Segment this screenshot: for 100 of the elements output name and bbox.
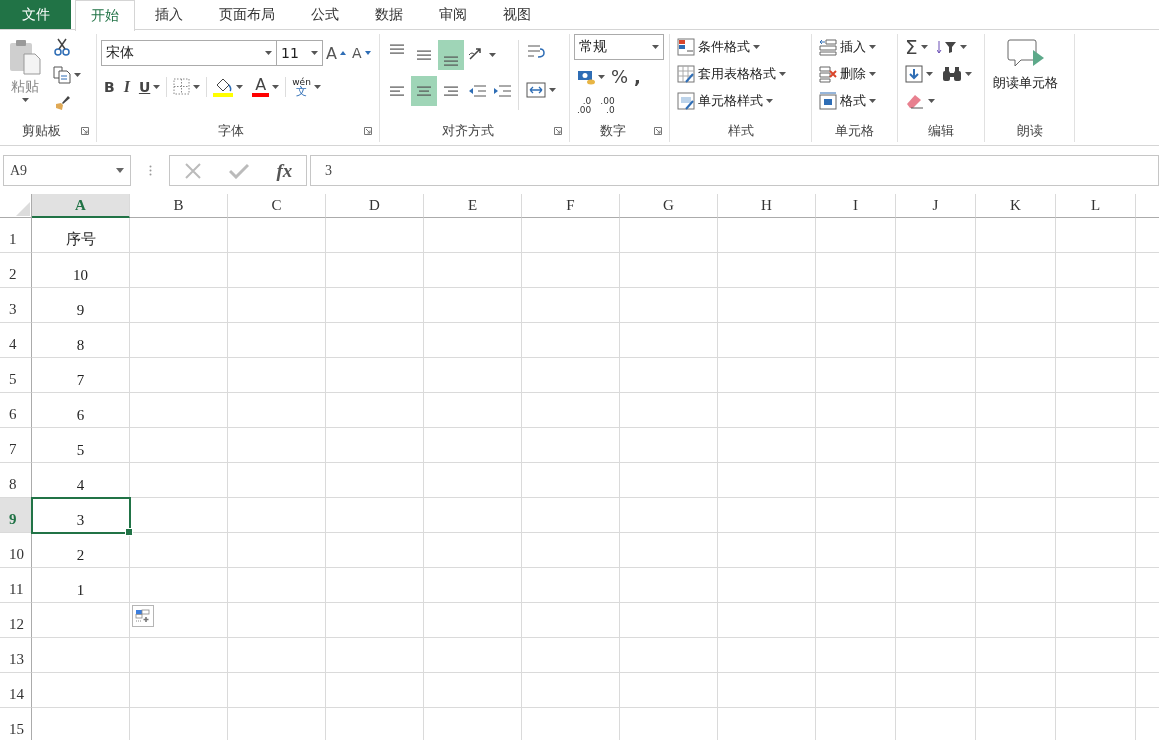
table-cell[interactable]: [718, 568, 816, 603]
cell-styles-button[interactable]: 单元格样式: [674, 88, 789, 113]
table-cell[interactable]: [718, 638, 816, 673]
table-cell[interactable]: [228, 673, 326, 708]
format-cells-button[interactable]: 格式: [816, 88, 879, 113]
column-header[interactable]: B: [130, 194, 228, 218]
table-cell[interactable]: 8: [32, 323, 130, 358]
table-cell[interactable]: 1: [32, 568, 130, 603]
column-header[interactable]: F: [522, 194, 620, 218]
row-header[interactable]: 11: [0, 568, 32, 603]
table-cell[interactable]: [1056, 358, 1136, 393]
table-cell[interactable]: [32, 673, 130, 708]
table-cell[interactable]: [718, 533, 816, 568]
font-color-button[interactable]: A: [249, 74, 283, 99]
table-cell[interactable]: [326, 638, 424, 673]
table-cell[interactable]: [326, 323, 424, 358]
table-cell[interactable]: [718, 323, 816, 358]
table-cell[interactable]: [130, 638, 228, 673]
grow-font-button[interactable]: A: [323, 40, 349, 66]
underline-button[interactable]: U: [135, 74, 164, 99]
table-cell[interactable]: [522, 253, 620, 288]
table-cell[interactable]: [976, 673, 1056, 708]
formula-input[interactable]: 3: [310, 155, 1159, 186]
delete-cells-button[interactable]: 删除: [816, 61, 879, 86]
table-cell[interactable]: [620, 253, 718, 288]
table-cell[interactable]: [718, 218, 816, 253]
table-cell[interactable]: [522, 323, 620, 358]
table-cell[interactable]: [896, 428, 976, 463]
table-cell[interactable]: [1056, 428, 1136, 463]
table-cell[interactable]: [130, 428, 228, 463]
table-cell[interactable]: [130, 393, 228, 428]
row-header[interactable]: 3: [0, 288, 32, 323]
table-cell[interactable]: [976, 638, 1056, 673]
table-cell[interactable]: [896, 218, 976, 253]
row-header[interactable]: 6: [0, 393, 32, 428]
table-cell[interactable]: [816, 533, 896, 568]
table-cell[interactable]: [816, 428, 896, 463]
increase-decimal-button[interactable]: .0 .00: [574, 93, 595, 118]
table-cell[interactable]: [896, 393, 976, 428]
table-cell[interactable]: [522, 393, 620, 428]
table-cell[interactable]: [32, 638, 130, 673]
table-cell[interactable]: [718, 498, 816, 533]
table-cell[interactable]: [816, 498, 896, 533]
speak-cells-button[interactable]: 朗读单元格: [989, 34, 1062, 120]
table-cell[interactable]: [326, 498, 424, 533]
table-cell[interactable]: [1056, 603, 1136, 638]
table-cell[interactable]: [896, 288, 976, 323]
table-cell[interactable]: [896, 533, 976, 568]
table-cell[interactable]: [816, 393, 896, 428]
table-cell[interactable]: [130, 463, 228, 498]
table-cell[interactable]: [1056, 638, 1136, 673]
italic-button[interactable]: I: [120, 74, 133, 99]
table-cell[interactable]: [130, 533, 228, 568]
table-cell[interactable]: [1056, 218, 1136, 253]
table-cell[interactable]: [620, 323, 718, 358]
table-cell[interactable]: [718, 463, 816, 498]
table-cell[interactable]: [424, 393, 522, 428]
percent-button[interactable]: %: [608, 64, 632, 89]
column-header[interactable]: G: [620, 194, 718, 218]
table-cell[interactable]: [424, 533, 522, 568]
table-cell[interactable]: [522, 358, 620, 393]
file-tab[interactable]: 文件: [0, 0, 71, 29]
row-header[interactable]: 4: [0, 323, 32, 358]
table-cell[interactable]: [976, 533, 1056, 568]
table-cell[interactable]: [620, 533, 718, 568]
table-cell[interactable]: [718, 428, 816, 463]
table-cell[interactable]: [816, 568, 896, 603]
table-cell[interactable]: 9: [32, 288, 130, 323]
table-cell[interactable]: [326, 673, 424, 708]
table-cell[interactable]: [976, 568, 1056, 603]
enter-button[interactable]: [229, 162, 250, 179]
table-cell[interactable]: [816, 218, 896, 253]
table-cell[interactable]: [424, 463, 522, 498]
ribbon-tab[interactable]: 公式: [295, 0, 355, 29]
column-header[interactable]: J: [896, 194, 976, 218]
row-header[interactable]: 7: [0, 428, 32, 463]
table-cell[interactable]: [620, 463, 718, 498]
table-cell[interactable]: [228, 253, 326, 288]
table-cell[interactable]: [1056, 498, 1136, 533]
table-cell[interactable]: [228, 428, 326, 463]
column-header[interactable]: H: [718, 194, 816, 218]
table-cell[interactable]: [130, 288, 228, 323]
table-cell[interactable]: [130, 323, 228, 358]
table-cell[interactable]: [718, 253, 816, 288]
center-button[interactable]: [411, 76, 437, 106]
table-cell[interactable]: [620, 498, 718, 533]
table-cell[interactable]: [424, 673, 522, 708]
table-cell[interactable]: [522, 428, 620, 463]
table-cell[interactable]: [816, 603, 896, 638]
table-cell[interactable]: [896, 603, 976, 638]
table-cell[interactable]: [228, 463, 326, 498]
table-cell[interactable]: [976, 253, 1056, 288]
table-cell[interactable]: [228, 533, 326, 568]
ribbon-tab[interactable]: 视图: [487, 0, 547, 29]
table-cell[interactable]: [718, 358, 816, 393]
table-cell[interactable]: [326, 393, 424, 428]
table-cell[interactable]: [228, 393, 326, 428]
table-cell[interactable]: [522, 603, 620, 638]
column-header[interactable]: I: [816, 194, 896, 218]
column-header[interactable]: K: [976, 194, 1056, 218]
